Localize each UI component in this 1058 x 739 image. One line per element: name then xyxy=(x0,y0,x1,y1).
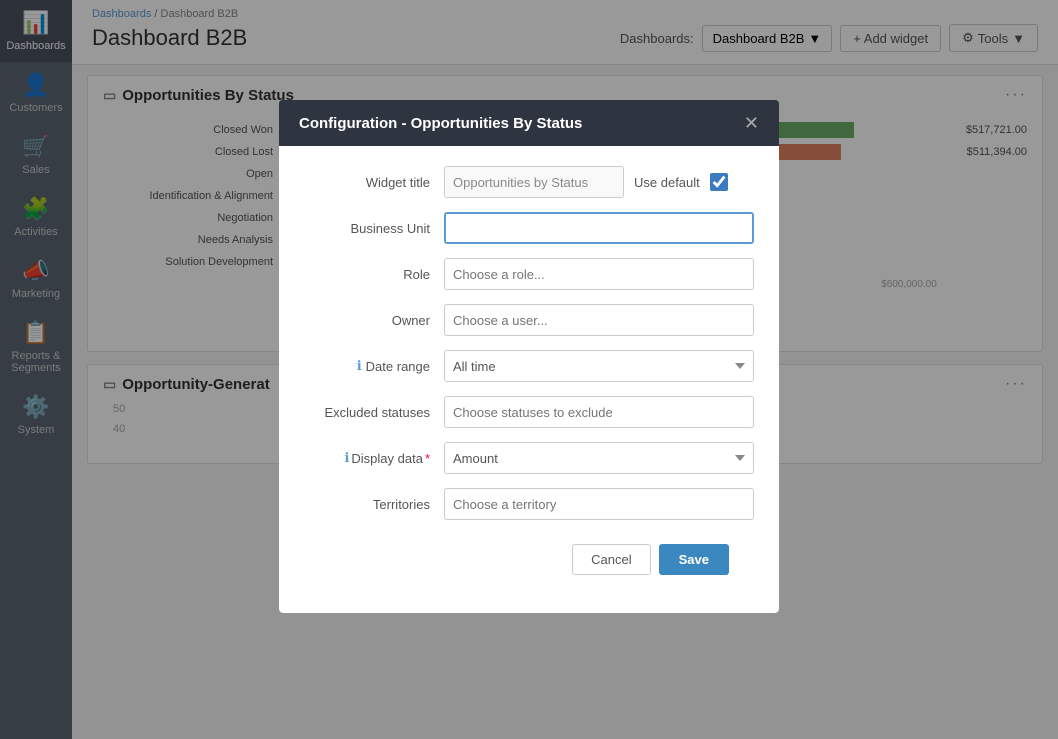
use-default-label: Use default xyxy=(634,175,700,190)
form-row-role: Role xyxy=(304,258,754,290)
modal-overlay[interactable]: Configuration - Opportunities By Status … xyxy=(0,0,1058,739)
widget-title-row: Use default xyxy=(444,166,728,198)
form-row-display-data: ℹ Display data * AmountCount xyxy=(304,442,754,474)
modal-close-button[interactable]: ✕ xyxy=(744,114,759,132)
configuration-modal: Configuration - Opportunities By Status … xyxy=(279,100,779,613)
modal-footer: Cancel Save xyxy=(304,534,754,593)
required-star: * xyxy=(425,451,430,466)
form-row-territories: Territories xyxy=(304,488,754,520)
form-row-widget-title: Widget title Use default xyxy=(304,166,754,198)
excluded-statuses-label: Excluded statuses xyxy=(304,405,444,420)
form-row-date-range: ℹ Date range All timeTodayThis weekThis … xyxy=(304,350,754,382)
territories-input[interactable] xyxy=(444,488,754,520)
date-range-info-icon: ℹ xyxy=(357,358,362,374)
widget-title-label: Widget title xyxy=(304,175,444,190)
use-default-checkbox-wrapper xyxy=(710,173,728,191)
owner-input[interactable] xyxy=(444,304,754,336)
display-data-select[interactable]: AmountCount xyxy=(444,442,754,474)
widget-title-input[interactable] xyxy=(444,166,624,198)
display-data-info-icon: ℹ xyxy=(344,450,349,466)
territories-label: Territories xyxy=(304,497,444,512)
business-unit-input[interactable] xyxy=(444,212,754,244)
role-input[interactable] xyxy=(444,258,754,290)
date-range-label: ℹ Date range xyxy=(304,358,444,374)
form-row-excluded-statuses: Excluded statuses xyxy=(304,396,754,428)
use-default-checkbox[interactable] xyxy=(710,173,728,191)
form-row-owner: Owner xyxy=(304,304,754,336)
save-button[interactable]: Save xyxy=(659,544,729,575)
display-data-label: ℹ Display data * xyxy=(304,450,444,466)
role-label: Role xyxy=(304,267,444,282)
owner-label: Owner xyxy=(304,313,444,328)
cancel-button[interactable]: Cancel xyxy=(572,544,650,575)
business-unit-label: Business Unit xyxy=(304,221,444,236)
date-range-select[interactable]: All timeTodayThis weekThis monthThis qua… xyxy=(444,350,754,382)
excluded-statuses-input[interactable] xyxy=(444,396,754,428)
modal-body: Widget title Use default Business Unit R… xyxy=(279,146,779,613)
form-row-business-unit: Business Unit xyxy=(304,212,754,244)
modal-title: Configuration - Opportunities By Status xyxy=(299,115,582,132)
modal-header: Configuration - Opportunities By Status … xyxy=(279,100,779,146)
